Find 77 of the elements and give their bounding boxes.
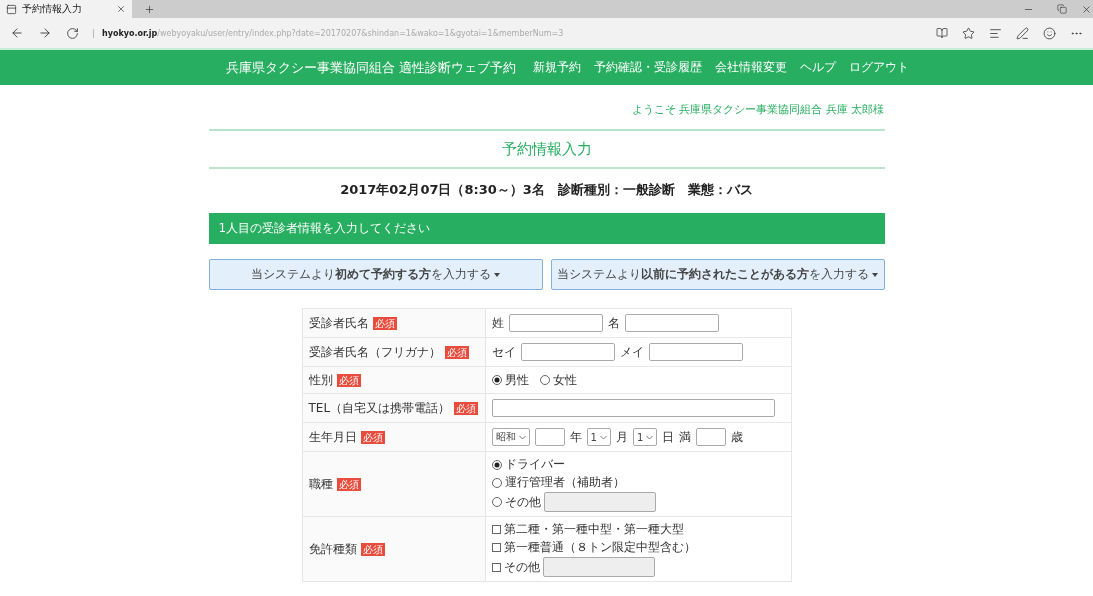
field-label: 歳 bbox=[731, 428, 744, 446]
option-label: その他 bbox=[503, 558, 540, 576]
caret-icon bbox=[872, 272, 878, 277]
field-label: 日 bbox=[662, 428, 675, 446]
field-label: 満 bbox=[679, 428, 692, 446]
option-label: その他 bbox=[504, 493, 541, 511]
entry-button[interactable]: 当システムより以前に予約されたことがある方を入力する bbox=[550, 259, 885, 290]
book-icon[interactable] bbox=[936, 27, 948, 39]
welcome-text: ようこそ 兵庫県タクシー事業協同組合 兵庫 太郎様 bbox=[632, 102, 885, 117]
field-label: 職種 bbox=[308, 476, 333, 491]
forward-icon[interactable] bbox=[38, 26, 52, 40]
refresh-icon[interactable] bbox=[66, 26, 79, 40]
field-label: 生年月日 bbox=[308, 429, 357, 444]
dropdown[interactable]: 1 bbox=[632, 428, 658, 446]
plus-icon[interactable] bbox=[143, 3, 155, 15]
field-label: 姓 bbox=[491, 314, 504, 332]
field-label: 年 bbox=[569, 428, 582, 446]
input-field[interactable] bbox=[491, 399, 775, 417]
required-badge: 必須 bbox=[372, 316, 397, 330]
radio-button[interactable] bbox=[491, 459, 502, 470]
input-field[interactable] bbox=[520, 343, 615, 361]
field-label: セイ bbox=[491, 343, 516, 361]
star-icon[interactable] bbox=[962, 26, 975, 40]
input-field[interactable] bbox=[543, 492, 656, 512]
page-title: 予約情報入力 bbox=[500, 140, 593, 159]
field-label: 名 bbox=[607, 314, 620, 332]
input-field[interactable] bbox=[508, 314, 603, 332]
option-label: 運行管理者（補助者） bbox=[504, 474, 625, 491]
chevron-icon bbox=[518, 434, 526, 440]
required-badge: 必須 bbox=[336, 477, 361, 491]
field-label: 受診者氏名（フリガナ） bbox=[308, 344, 441, 359]
radio-button[interactable] bbox=[539, 375, 550, 385]
entry-button[interactable]: 当システムより初めて予約する方を入力する bbox=[208, 259, 543, 290]
input-field[interactable] bbox=[542, 557, 655, 577]
radio-button[interactable] bbox=[491, 375, 502, 385]
field-label: メイ bbox=[619, 343, 644, 361]
field-label: 月 bbox=[615, 428, 628, 446]
browser-tab[interactable]: 予約情報入力 bbox=[0, 0, 132, 18]
pen-icon[interactable] bbox=[1016, 26, 1029, 40]
field-label: TEL（自宅又は携帯電話） bbox=[308, 400, 451, 415]
field-label: 受診者氏名 bbox=[308, 315, 369, 330]
required-badge: 必須 bbox=[454, 401, 479, 415]
radio-button[interactable] bbox=[491, 497, 502, 507]
chevron-icon bbox=[646, 434, 654, 440]
input-field[interactable] bbox=[696, 428, 727, 446]
required-badge: 必須 bbox=[360, 430, 385, 444]
dropdown[interactable]: 昭和 bbox=[491, 428, 530, 446]
required-badge: 必須 bbox=[360, 542, 385, 556]
close-icon[interactable] bbox=[1080, 3, 1092, 15]
back-icon[interactable] bbox=[10, 26, 24, 40]
smile-icon[interactable] bbox=[1043, 26, 1056, 40]
input-field[interactable] bbox=[648, 343, 743, 361]
input-field[interactable] bbox=[534, 428, 565, 446]
option-label: 第二種・第一種中型・第一種大型 bbox=[503, 521, 684, 538]
window-icon bbox=[6, 3, 17, 15]
checkbox[interactable] bbox=[491, 525, 501, 534]
input-field[interactable] bbox=[624, 314, 719, 332]
radio-button[interactable] bbox=[491, 477, 502, 488]
reservation-summary: 2017年02月07日（8:30～）3名 診断種別：一般診断 業態：バス bbox=[339, 181, 754, 199]
site-title: 兵庫県タクシー事業協同組合 適性診断ウェブ予約 bbox=[226, 58, 517, 77]
restore-icon[interactable] bbox=[1057, 4, 1067, 14]
option-label: ドライバー bbox=[504, 456, 565, 473]
option-label: 第一種普通（８トン限定中型含む） bbox=[503, 539, 696, 556]
caret-icon bbox=[494, 272, 500, 277]
checkbox[interactable] bbox=[491, 562, 501, 572]
section-header: 1人目の受診者情報を入力してください bbox=[208, 213, 885, 244]
required-badge: 必須 bbox=[336, 373, 361, 387]
close-icon[interactable] bbox=[116, 4, 126, 14]
menu-icon[interactable] bbox=[989, 26, 1002, 40]
field-label: 性別 bbox=[308, 372, 333, 387]
dropdown[interactable]: 1 bbox=[586, 428, 611, 446]
option-label: 男性 bbox=[504, 371, 529, 389]
checkbox[interactable] bbox=[491, 543, 501, 552]
field-label: 免許種類 bbox=[308, 541, 357, 556]
option-label: 女性 bbox=[552, 371, 577, 389]
chevron-icon bbox=[599, 434, 607, 440]
required-badge: 必須 bbox=[444, 345, 469, 359]
